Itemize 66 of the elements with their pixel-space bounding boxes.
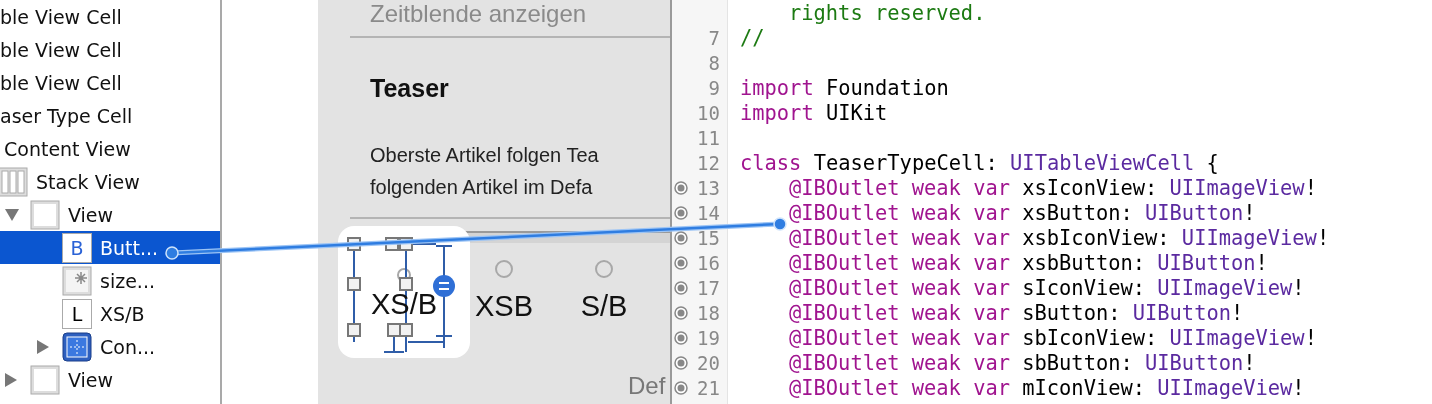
code-line: @IBOutlet weak var xsbIconView: UIImageView! <box>788 225 1330 250</box>
line-number: 13 <box>697 176 720 199</box>
code-line: @IBOutlet weak var sbIconView: UIImageView! <box>788 325 1317 350</box>
setting-label: Zeitblende anzeigen <box>370 0 588 29</box>
element-icon: L <box>62 298 92 329</box>
line-number: 7 <box>708 26 720 49</box>
radio-icon <box>495 260 513 278</box>
code-line: @IBOutlet weak var xsbButton: UIButton! <box>788 250 1268 275</box>
disclosure-triangle-icon[interactable] <box>37 339 49 354</box>
line-number: 8 <box>708 51 720 74</box>
outlet-connection-icon[interactable] <box>674 280 688 295</box>
line-number: 15 <box>697 226 720 249</box>
image-icon <box>62 265 92 296</box>
description-text: Oberste Artikel folgen Tea <box>370 143 600 168</box>
outline-item[interactable]: Content View <box>4 137 131 160</box>
view-icon <box>30 199 60 230</box>
outline-item[interactable]: View <box>68 368 114 391</box>
outlet-connection-icon[interactable] <box>674 380 688 395</box>
outline-item[interactable]: Butt... <box>100 236 159 259</box>
line-number: 11 <box>697 126 720 149</box>
outline-item[interactable]: Con... <box>100 335 156 358</box>
outline-item[interactable]: size... <box>100 269 155 292</box>
description-text: Def <box>628 372 666 400</box>
code-line: @IBOutlet weak var sbButton: UIButton! <box>788 350 1256 375</box>
code-line: import UIKit <box>739 100 888 125</box>
line-number: 18 <box>697 301 720 324</box>
line-number: 16 <box>697 251 720 274</box>
line-number: 10 <box>697 101 720 124</box>
outline-item[interactable]: ble View Cell <box>0 71 122 94</box>
code-line: @IBOutlet weak var mIconView: UIImageView! <box>788 375 1305 400</box>
code-line: // <box>739 25 765 50</box>
line-number: 19 <box>697 326 720 349</box>
outlet-connection-icon[interactable] <box>674 230 688 245</box>
code-line: rights reserved. <box>788 0 986 25</box>
line-number: 21 <box>697 376 720 399</box>
outlet-connection-icon[interactable] <box>674 305 688 320</box>
description-text: folgenden Artikel im Defa <box>370 175 594 200</box>
disclosure-triangle-icon[interactable] <box>5 372 17 387</box>
outlet-connection-icon[interactable] <box>674 205 688 220</box>
outline-item[interactable]: aser Type Cell <box>0 104 133 127</box>
outline-item[interactable]: ble View Cell <box>0 38 122 61</box>
outline-item[interactable]: ble View Cell <box>0 5 122 28</box>
line-number: 12 <box>697 151 720 174</box>
outlet-connection-icon[interactable] <box>674 255 688 270</box>
code-line: import Foundation <box>739 75 949 100</box>
code-line: @IBOutlet weak var sIconView: UIImageView! <box>788 275 1305 300</box>
code-line: class TeaserTypeCell: UITableViewCell { <box>739 150 1219 175</box>
outline-item[interactable]: Stack View <box>36 170 140 193</box>
code-line: @IBOutlet weak var xsIconView: UIImageView! <box>788 175 1317 200</box>
outlet-connection-icon[interactable] <box>674 355 688 370</box>
container-view-icon <box>62 331 92 362</box>
section-heading: Teaser <box>370 74 450 103</box>
code-line: @IBOutlet weak var sButton: UIButton! <box>788 300 1244 325</box>
outlet-connection-icon[interactable] <box>674 180 688 195</box>
radio-icon <box>595 260 613 278</box>
element-icon: B <box>62 232 92 263</box>
view-icon <box>30 364 60 395</box>
outlet-connection-icon[interactable] <box>674 330 688 345</box>
line-number: 17 <box>697 276 720 299</box>
line-number: 20 <box>697 351 720 374</box>
outline-item[interactable]: View <box>68 203 114 226</box>
line-number: 14 <box>697 201 720 224</box>
disclosure-triangle-icon[interactable] <box>5 208 19 221</box>
outline-item[interactable]: XS/B <box>100 302 145 325</box>
line-number: 9 <box>708 76 720 99</box>
code-line: @IBOutlet weak var xsButton: UIButton! <box>788 200 1256 225</box>
